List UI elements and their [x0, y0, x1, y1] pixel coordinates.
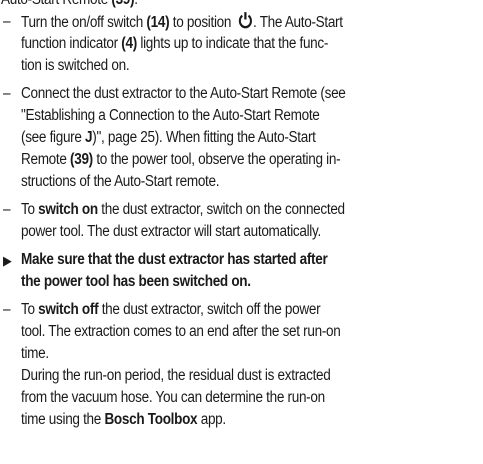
- step4-line6: time using the Bosch Toolbox app.: [21, 411, 226, 428]
- step4-line3: time.: [21, 345, 49, 362]
- note-arrow-icon: ▶: [3, 253, 12, 268]
- switch-off-term: switch off: [38, 301, 99, 318]
- step3-line1: To switch on the dust extractor, switch …: [21, 201, 345, 218]
- step4-line2: tool. The extraction comes to an end aft…: [21, 323, 341, 340]
- figure-reference: J: [85, 129, 93, 146]
- step2-line1: Connect the dust extractor to the Auto-S…: [21, 85, 346, 102]
- note-line1: Make sure that the dust extractor has st…: [21, 251, 328, 268]
- step2-line5: structions of the Auto-Start remote.: [21, 173, 220, 190]
- list-dash: –: [3, 201, 11, 218]
- list-dash: –: [3, 85, 11, 102]
- remote-reference: (39): [70, 151, 93, 168]
- switch-reference: (14): [146, 14, 170, 31]
- intro-text: Auto-Start Remote: [1, 0, 111, 8]
- step1-line3: tion is switched on.: [21, 57, 130, 74]
- power-symbol-icon: [238, 12, 252, 29]
- intro-line: Auto-Start Remote (39).: [1, 0, 138, 11]
- list-dash: –: [3, 13, 11, 30]
- note-line2: the power tool has been switched on.: [21, 273, 251, 290]
- list-dash: –: [3, 301, 11, 318]
- step3-line2: power tool. The dust extractor will star…: [21, 223, 321, 240]
- step2-line2: "Establishing a Connection to the Auto-S…: [21, 107, 320, 124]
- step4-line1: To switch off the dust extractor, switch…: [21, 301, 321, 318]
- intro-period: .: [134, 0, 138, 8]
- step4-line4: During the run-on period, the residual d…: [21, 367, 331, 384]
- switch-on-term: switch on: [38, 201, 98, 218]
- step2-line3: (see figure J)", page 25). When fitting …: [21, 129, 316, 146]
- app-name: Bosch Toolbox: [104, 411, 198, 428]
- indicator-reference: (4): [121, 35, 137, 52]
- step4-line5: from the vacuum hose. You can determine …: [21, 389, 325, 406]
- step1-line1: Turn the on/off switch (14) to position …: [21, 11, 343, 34]
- step2-line4: Remote (39) to the power tool, observe t…: [21, 151, 341, 168]
- intro-reference: (39): [111, 0, 134, 8]
- step1-line2: function indicator (4) lights up to indi…: [21, 35, 329, 52]
